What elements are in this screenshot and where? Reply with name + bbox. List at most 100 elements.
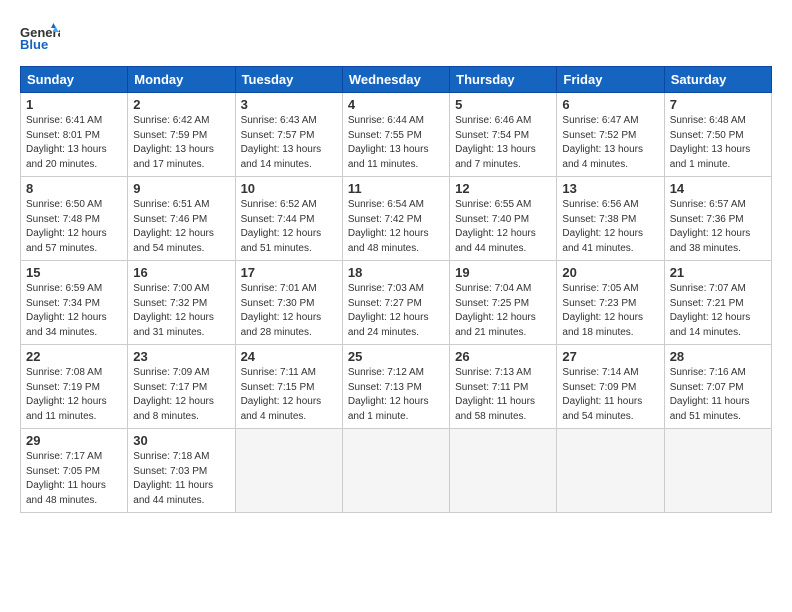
- day-number: 22: [26, 349, 122, 364]
- logo: General Blue: [20, 20, 60, 56]
- day-number: 24: [241, 349, 337, 364]
- day-number: 16: [133, 265, 229, 280]
- calendar-cell: 2 Sunrise: 6:42 AMSunset: 7:59 PMDaylight…: [128, 93, 235, 177]
- day-detail: Sunrise: 7:08 AMSunset: 7:19 PMDaylight:…: [26, 366, 122, 424]
- weekday-header: Thursday: [450, 67, 557, 93]
- day-detail: Sunrise: 7:04 AMSunset: 7:25 PMDaylight:…: [455, 282, 551, 340]
- calendar-cell: 9Sunrise: 6:51 AMSunset: 7:46 PMDaylight…: [128, 177, 235, 261]
- day-detail: Sunrise: 6:54 AMSunset: 7:42 PMDaylight:…: [348, 198, 444, 256]
- calendar-week-row: 29 Sunrise: 7:17 AMSunset: 7:05 PMDayligh…: [21, 429, 772, 513]
- day-number: 17: [241, 265, 337, 280]
- day-detail: Sunrise: 6:59 AMSunset: 7:34 PMDaylight:…: [26, 282, 122, 340]
- weekday-header: Monday: [128, 67, 235, 93]
- day-detail: Sunrise: 7:09 AMSunset: 7:17 PMDaylight:…: [133, 366, 229, 424]
- calendar-cell: 26 Sunrise: 7:13 AMSunset: 7:11 PMDayligh…: [450, 345, 557, 429]
- calendar-cell: 10Sunrise: 6:52 AMSunset: 7:44 PMDayligh…: [235, 177, 342, 261]
- calendar-cell: 6Sunrise: 6:47 AMSunset: 7:52 PMDaylight…: [557, 93, 664, 177]
- day-detail: Sunrise: 6:47 AMSunset: 7:52 PMDaylight:…: [562, 114, 658, 172]
- calendar-cell: [664, 429, 771, 513]
- day-number: 18: [348, 265, 444, 280]
- day-number: 30: [133, 433, 229, 448]
- calendar-cell: 5 Sunrise: 6:46 AMSunset: 7:54 PMDaylight…: [450, 93, 557, 177]
- day-number: 5: [455, 97, 551, 112]
- svg-text:Blue: Blue: [20, 37, 48, 52]
- day-detail: Sunrise: 6:56 AMSunset: 7:38 PMDaylight:…: [562, 198, 658, 256]
- calendar-cell: 15 Sunrise: 6:59 AMSunset: 7:34 PMDayligh…: [21, 261, 128, 345]
- calendar-cell: 14 Sunrise: 6:57 AMSunset: 7:36 PMDayligh…: [664, 177, 771, 261]
- calendar-week-row: 22 Sunrise: 7:08 AMSunset: 7:19 PMDayligh…: [21, 345, 772, 429]
- calendar-cell: 8Sunrise: 6:50 AMSunset: 7:48 PMDaylight…: [21, 177, 128, 261]
- logo-svg: General Blue: [20, 20, 60, 56]
- day-number: 21: [670, 265, 766, 280]
- day-detail: Sunrise: 7:00 AMSunset: 7:32 PMDaylight:…: [133, 282, 229, 340]
- calendar-cell: 4 Sunrise: 6:44 AMSunset: 7:55 PMDaylight…: [342, 93, 449, 177]
- day-number: 12: [455, 181, 551, 196]
- calendar-cell: 23 Sunrise: 7:09 AMSunset: 7:17 PMDayligh…: [128, 345, 235, 429]
- weekday-header: Friday: [557, 67, 664, 93]
- day-number: 28: [670, 349, 766, 364]
- day-detail: Sunrise: 7:14 AMSunset: 7:09 PMDaylight:…: [562, 366, 658, 424]
- day-number: 10: [241, 181, 337, 196]
- day-detail: Sunrise: 6:43 AMSunset: 7:57 PMDaylight:…: [241, 114, 337, 172]
- day-number: 19: [455, 265, 551, 280]
- day-detail: Sunrise: 7:17 AMSunset: 7:05 PMDaylight:…: [26, 450, 122, 508]
- calendar-cell: 29 Sunrise: 7:17 AMSunset: 7:05 PMDayligh…: [21, 429, 128, 513]
- calendar-cell: 19 Sunrise: 7:04 AMSunset: 7:25 PMDayligh…: [450, 261, 557, 345]
- day-detail: Sunrise: 7:03 AMSunset: 7:27 PMDaylight:…: [348, 282, 444, 340]
- calendar-table: SundayMondayTuesdayWednesdayThursdayFrid…: [20, 66, 772, 513]
- day-number: 13: [562, 181, 658, 196]
- weekday-header: Sunday: [21, 67, 128, 93]
- calendar-cell: [450, 429, 557, 513]
- day-number: 20: [562, 265, 658, 280]
- day-detail: Sunrise: 7:18 AMSunset: 7:03 PMDaylight:…: [133, 450, 229, 508]
- calendar-cell: 20 Sunrise: 7:05 AMSunset: 7:23 PMDayligh…: [557, 261, 664, 345]
- day-detail: Sunrise: 6:46 AMSunset: 7:54 PMDaylight:…: [455, 114, 551, 172]
- day-number: 4: [348, 97, 444, 112]
- day-detail: Sunrise: 7:16 AMSunset: 7:07 PMDaylight:…: [670, 366, 766, 424]
- calendar-week-row: 15 Sunrise: 6:59 AMSunset: 7:34 PMDayligh…: [21, 261, 772, 345]
- calendar-cell: [342, 429, 449, 513]
- day-detail: Sunrise: 7:13 AMSunset: 7:11 PMDaylight:…: [455, 366, 551, 424]
- calendar-cell: [235, 429, 342, 513]
- day-detail: Sunrise: 7:07 AMSunset: 7:21 PMDaylight:…: [670, 282, 766, 340]
- day-number: 29: [26, 433, 122, 448]
- day-number: 25: [348, 349, 444, 364]
- day-number: 14: [670, 181, 766, 196]
- calendar-cell: 7 Sunrise: 6:48 AMSunset: 7:50 PMDaylight…: [664, 93, 771, 177]
- calendar-cell: 17 Sunrise: 7:01 AMSunset: 7:30 PMDayligh…: [235, 261, 342, 345]
- day-detail: Sunrise: 6:42 AMSunset: 7:59 PMDaylight:…: [133, 114, 229, 172]
- day-number: 8: [26, 181, 122, 196]
- day-number: 15: [26, 265, 122, 280]
- day-detail: Sunrise: 6:57 AMSunset: 7:36 PMDaylight:…: [670, 198, 766, 256]
- weekday-header: Saturday: [664, 67, 771, 93]
- day-detail: Sunrise: 7:05 AMSunset: 7:23 PMDaylight:…: [562, 282, 658, 340]
- day-detail: Sunrise: 6:48 AMSunset: 7:50 PMDaylight:…: [670, 114, 766, 172]
- calendar-cell: [557, 429, 664, 513]
- day-detail: Sunrise: 7:12 AMSunset: 7:13 PMDaylight:…: [348, 366, 444, 424]
- calendar-cell: 21 Sunrise: 7:07 AMSunset: 7:21 PMDayligh…: [664, 261, 771, 345]
- calendar-cell: 30 Sunrise: 7:18 AMSunset: 7:03 PMDayligh…: [128, 429, 235, 513]
- calendar-week-row: 1Sunrise: 6:41 AMSunset: 8:01 PMDaylight…: [21, 93, 772, 177]
- page: General Blue SundayMondayTuesdayWednesda…: [0, 0, 792, 523]
- day-number: 7: [670, 97, 766, 112]
- day-detail: Sunrise: 6:41 AMSunset: 8:01 PMDaylight:…: [26, 114, 122, 172]
- calendar-cell: 22 Sunrise: 7:08 AMSunset: 7:19 PMDayligh…: [21, 345, 128, 429]
- calendar-cell: 24 Sunrise: 7:11 AMSunset: 7:15 PMDayligh…: [235, 345, 342, 429]
- weekday-header: Wednesday: [342, 67, 449, 93]
- weekday-header: Tuesday: [235, 67, 342, 93]
- day-detail: Sunrise: 6:51 AMSunset: 7:46 PMDaylight:…: [133, 198, 229, 256]
- calendar-week-row: 8Sunrise: 6:50 AMSunset: 7:48 PMDaylight…: [21, 177, 772, 261]
- day-number: 26: [455, 349, 551, 364]
- day-detail: Sunrise: 7:01 AMSunset: 7:30 PMDaylight:…: [241, 282, 337, 340]
- calendar-cell: 1Sunrise: 6:41 AMSunset: 8:01 PMDaylight…: [21, 93, 128, 177]
- day-number: 2: [133, 97, 229, 112]
- calendar-cell: 27 Sunrise: 7:14 AMSunset: 7:09 PMDayligh…: [557, 345, 664, 429]
- calendar-cell: 18 Sunrise: 7:03 AMSunset: 7:27 PMDayligh…: [342, 261, 449, 345]
- day-detail: Sunrise: 6:44 AMSunset: 7:55 PMDaylight:…: [348, 114, 444, 172]
- day-number: 23: [133, 349, 229, 364]
- day-detail: Sunrise: 7:11 AMSunset: 7:15 PMDaylight:…: [241, 366, 337, 424]
- calendar-cell: 25 Sunrise: 7:12 AMSunset: 7:13 PMDayligh…: [342, 345, 449, 429]
- calendar-cell: 28 Sunrise: 7:16 AMSunset: 7:07 PMDayligh…: [664, 345, 771, 429]
- day-number: 11: [348, 181, 444, 196]
- day-number: 27: [562, 349, 658, 364]
